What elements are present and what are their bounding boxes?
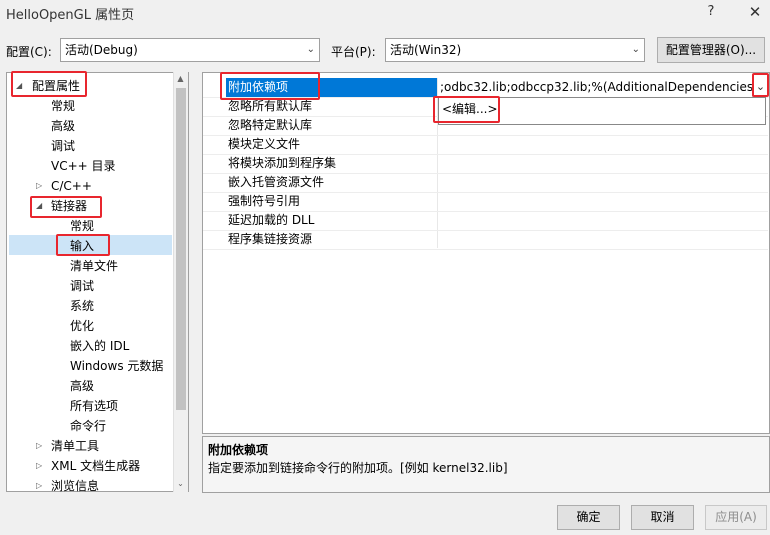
collapsed-arrow-icon[interactable]: ▷ bbox=[36, 176, 42, 196]
tree-item-manifest-file[interactable]: 清单文件 bbox=[70, 256, 118, 276]
highlight-input bbox=[56, 234, 110, 256]
config-value: 活动(Debug) bbox=[65, 43, 138, 57]
platform-value: 活动(Win32) bbox=[390, 43, 462, 57]
tree-item-debugging[interactable]: 调试 bbox=[51, 136, 75, 156]
cancel-button[interactable]: 取消 bbox=[631, 505, 694, 530]
help-button[interactable]: ? bbox=[698, 0, 724, 24]
tree-item-vc-directories[interactable]: VC++ 目录 bbox=[51, 156, 116, 176]
tree-item-advanced[interactable]: 高级 bbox=[51, 116, 75, 136]
tree-item-all-options[interactable]: 所有选项 bbox=[70, 396, 118, 416]
prop-name-delay-loaded-dlls[interactable]: 延迟加载的 DLL bbox=[228, 211, 314, 230]
grid-row-divider bbox=[203, 249, 768, 250]
highlight-dropdown-button bbox=[752, 73, 769, 97]
chevron-down-icon: ⌄ bbox=[631, 44, 640, 55]
config-manager-button[interactable]: 配置管理器(O)... bbox=[657, 37, 765, 63]
tree-item-browse-information[interactable]: 浏览信息 bbox=[51, 476, 99, 496]
ok-button[interactable]: 确定 bbox=[557, 505, 620, 530]
collapsed-arrow-icon[interactable]: ▷ bbox=[36, 436, 42, 456]
highlight-edit-option bbox=[433, 96, 500, 123]
description-title: 附加依赖项 bbox=[208, 443, 269, 457]
config-label: 配置(C): bbox=[6, 45, 52, 59]
tree-item-windows-metadata[interactable]: Windows 元数据 bbox=[70, 356, 163, 376]
additional-dependencies-value[interactable]: ;odbc32.lib;odbccp32.lib;%(AdditionalDep… bbox=[438, 78, 752, 97]
tree-item-manifest-tool[interactable]: 清单工具 bbox=[51, 436, 99, 456]
platform-label: 平台(P): bbox=[331, 45, 376, 59]
highlight-linker bbox=[30, 196, 102, 218]
prop-name-assembly-link-resource[interactable]: 程序集链接资源 bbox=[228, 230, 312, 249]
scroll-down-icon[interactable]: ⌄ bbox=[173, 479, 188, 491]
collapsed-arrow-icon[interactable]: ▷ bbox=[36, 476, 42, 496]
tree-item-c-cpp[interactable]: C/C++ bbox=[51, 176, 92, 196]
tree-scrollbar-thumb[interactable] bbox=[176, 88, 186, 410]
tree-item-general[interactable]: 常规 bbox=[51, 96, 75, 116]
tree-item-xml-doc-generator[interactable]: XML 文档生成器 bbox=[51, 456, 140, 476]
tree-item-command-line[interactable]: 命令行 bbox=[70, 416, 106, 436]
tree-item-optimization[interactable]: 优化 bbox=[70, 316, 94, 336]
window-title: HelloOpenGL 属性页 bbox=[6, 8, 135, 23]
prop-name-embed-managed-resource[interactable]: 嵌入托管资源文件 bbox=[228, 173, 324, 192]
config-dropdown[interactable]: 活动(Debug) ⌄ bbox=[60, 38, 320, 62]
collapsed-arrow-icon[interactable]: ▷ bbox=[36, 456, 42, 476]
tree-item-linker-debugging[interactable]: 调试 bbox=[70, 276, 94, 296]
prop-name-ignore-specific-default-libs[interactable]: 忽略特定默认库 bbox=[228, 116, 312, 135]
apply-button[interactable]: 应用(A) bbox=[705, 505, 767, 530]
close-button[interactable]: ✕ bbox=[740, 0, 770, 24]
tree-item-linker-general[interactable]: 常规 bbox=[70, 216, 94, 236]
tree-item-system[interactable]: 系统 bbox=[70, 296, 94, 316]
tree-item-embedded-idl[interactable]: 嵌入的 IDL bbox=[70, 336, 129, 356]
prop-name-force-symbol-references[interactable]: 强制符号引用 bbox=[228, 192, 300, 211]
chevron-down-icon: ⌄ bbox=[306, 44, 315, 55]
description-text: 指定要添加到链接命令行的附加项。[例如 kernel32.lib] bbox=[208, 461, 508, 475]
highlight-additional-dependencies bbox=[220, 72, 320, 100]
platform-dropdown[interactable]: 活动(Win32) ⌄ bbox=[385, 38, 645, 62]
tree-item-linker-advanced[interactable]: 高级 bbox=[70, 376, 94, 396]
highlight-config-properties bbox=[11, 71, 87, 97]
prop-name-module-definition-file[interactable]: 模块定义文件 bbox=[228, 135, 300, 154]
scroll-up-icon[interactable]: ▲ bbox=[173, 74, 188, 86]
prop-name-add-module-to-assembly[interactable]: 将模块添加到程序集 bbox=[228, 154, 336, 173]
